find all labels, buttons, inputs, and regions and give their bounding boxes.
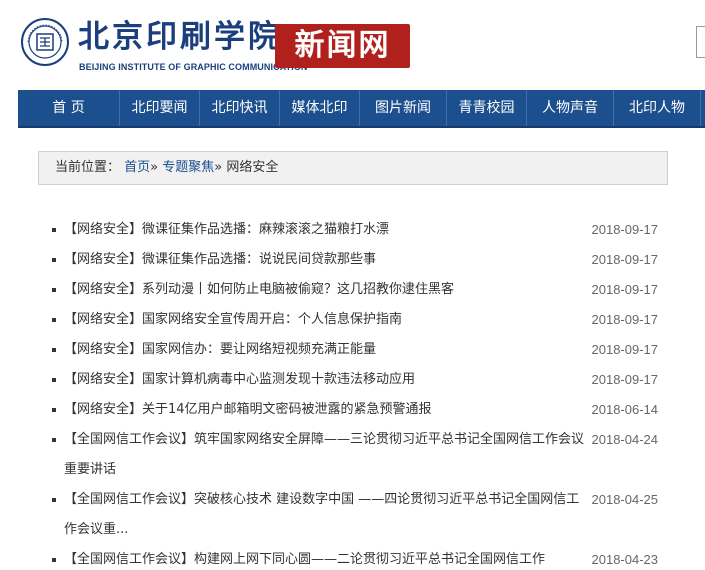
article-link[interactable]: 【全国网信工作会议】构建网上网下同心圆——二论贯彻习近平总书记全国网信工作: [64, 545, 584, 570]
logo-english-name: BEIJING INSTITUTE OF GRAPHIC COMMUNICATI…: [79, 62, 308, 72]
search-input[interactable]: [696, 26, 705, 58]
article-link[interactable]: 【网络安全】微课征集作品选播：麻辣滚滚之猫粮打水漂: [64, 215, 584, 245]
bullet-icon: [52, 228, 56, 232]
main-nav: 首 页 北印要闻 北印快讯 媒体北印 图片新闻 青青校园 人物声音 北印人物 校: [18, 90, 705, 128]
nav-item-more[interactable]: 校: [701, 90, 705, 126]
article-date: 2018-09-17: [591, 252, 659, 267]
article-date: 2018-04-25: [591, 492, 659, 507]
article-date: 2018-09-17: [591, 342, 659, 357]
breadcrumb-current: 网络安全: [226, 160, 279, 175]
article-link[interactable]: 【网络安全】国家计算机病毒中心监测发现十款违法移动应用: [64, 365, 584, 395]
article-link[interactable]: 【网络安全】国家网络安全宣传周开启：个人信息保护指南: [64, 305, 584, 335]
page: 北京印刷学院 BEIJING INSTITUTE OF GRAPHIC COMM…: [0, 0, 705, 570]
list-item: 【网络安全】国家网络安全宣传周开启：个人信息保护指南 2018-09-17: [50, 305, 665, 335]
list-item: 【网络安全】系列动漫丨如何防止电脑被偷窥？这几招教你逮住黑客 2018-09-17: [50, 275, 665, 305]
bullet-icon: [52, 288, 56, 292]
bullet-icon: [52, 348, 56, 352]
nav-item-home[interactable]: 首 页: [18, 90, 120, 126]
bullet-icon: [52, 318, 56, 322]
article-link[interactable]: 【网络安全】系列动漫丨如何防止电脑被偷窥？这几招教你逮住黑客: [64, 275, 584, 305]
nav-item-briefs[interactable]: 北印快讯: [200, 90, 280, 126]
breadcrumb-separator: »: [214, 160, 223, 175]
list-item: 【全国网信工作会议】构建网上网下同心圆——二论贯彻习近平总书记全国网信工作 201…: [50, 545, 665, 570]
list-item: 【网络安全】国家计算机病毒中心监测发现十款违法移动应用 2018-09-17: [50, 365, 665, 395]
bullet-icon: [52, 408, 56, 412]
list-item: 【全国网信工作会议】突破核心技术 建设数字中国 ——四论贯彻习近平总书记全国网信…: [50, 485, 665, 545]
article-date: 2018-04-23: [591, 552, 659, 567]
article-list: 【网络安全】微课征集作品选播：麻辣滚滚之猫粮打水漂 2018-09-17 【网络安…: [50, 215, 665, 570]
news-site-badge[interactable]: 新闻网: [275, 24, 410, 68]
nav-item-voices[interactable]: 人物声音: [527, 90, 614, 126]
bullet-icon: [52, 558, 56, 562]
university-seal-icon: [21, 18, 69, 66]
article-date: 2018-06-14: [591, 402, 659, 417]
list-item: 【网络安全】关于14亿用户邮箱明文密码被泄露的紧急预警通报 2018-06-14: [50, 395, 665, 425]
list-item: 【网络安全】微课征集作品选播：说说民间贷款那些事 2018-09-17: [50, 245, 665, 275]
bullet-icon: [52, 438, 56, 442]
article-date: 2018-09-17: [591, 222, 659, 237]
article-date: 2018-09-17: [591, 372, 659, 387]
nav-item-campus[interactable]: 青青校园: [447, 90, 527, 126]
breadcrumb-home-link[interactable]: 首页: [124, 160, 150, 175]
article-date: 2018-09-17: [591, 282, 659, 297]
logo-chinese-name: 北京印刷学院: [78, 19, 282, 55]
breadcrumb-section-link[interactable]: 专题聚焦: [162, 160, 214, 175]
article-link[interactable]: 【网络安全】微课征集作品选播：说说民间贷款那些事: [64, 245, 584, 275]
article-link[interactable]: 【全国网信工作会议】筑牢国家网络安全屏障——三论贯彻习近平总书记全国网信工作会议…: [64, 425, 584, 485]
list-item: 【网络安全】国家网信办：要让网络短视频充满正能量 2018-09-17: [50, 335, 665, 365]
article-link[interactable]: 【网络安全】关于14亿用户邮箱明文密码被泄露的紧急预警通报: [64, 395, 584, 425]
bullet-icon: [52, 258, 56, 262]
article-date: 2018-09-17: [591, 312, 659, 327]
breadcrumb-separator: »: [150, 160, 159, 175]
bullet-icon: [52, 378, 56, 382]
nav-item-media[interactable]: 媒体北印: [280, 90, 360, 126]
nav-item-photo-news[interactable]: 图片新闻: [360, 90, 447, 126]
breadcrumb-prefix: 当前位置：: [55, 160, 121, 175]
nav-item-people[interactable]: 北印人物: [614, 90, 701, 126]
site-header: 北京印刷学院 BEIJING INSTITUTE OF GRAPHIC COMM…: [0, 0, 705, 90]
article-link[interactable]: 【网络安全】国家网信办：要让网络短视频充满正能量: [64, 335, 584, 365]
nav-item-headlines[interactable]: 北印要闻: [120, 90, 200, 126]
list-item: 【全国网信工作会议】筑牢国家网络安全屏障——三论贯彻习近平总书记全国网信工作会议…: [50, 425, 665, 485]
breadcrumb: 当前位置： 首页» 专题聚焦» 网络安全: [38, 151, 668, 185]
article-date: 2018-04-24: [591, 432, 659, 447]
list-item: 【网络安全】微课征集作品选播：麻辣滚滚之猫粮打水漂 2018-09-17: [50, 215, 665, 245]
article-link[interactable]: 【全国网信工作会议】突破核心技术 建设数字中国 ——四论贯彻习近平总书记全国网信…: [64, 485, 584, 545]
bullet-icon: [52, 498, 56, 502]
